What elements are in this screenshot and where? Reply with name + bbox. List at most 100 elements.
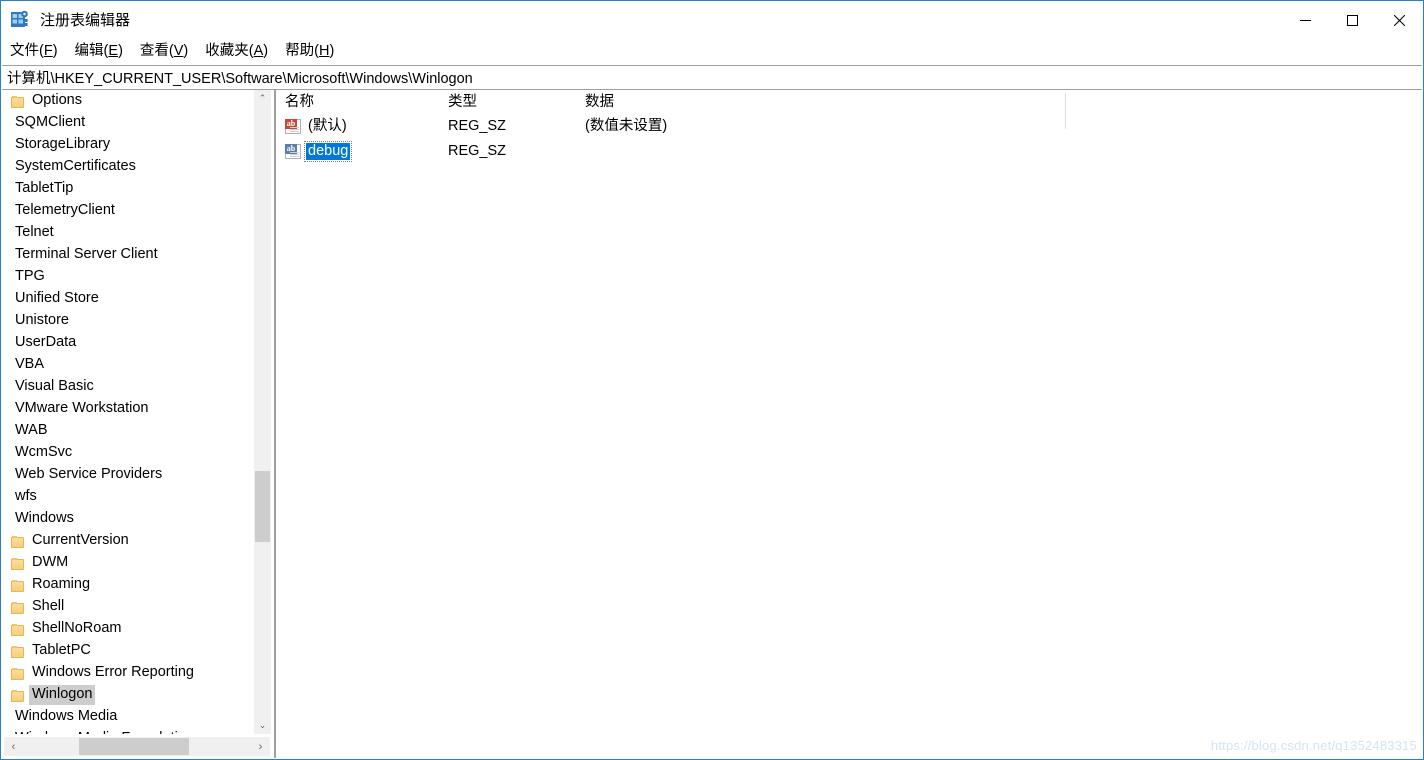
tree-item-label: Windows Media bbox=[15, 708, 118, 725]
column-header-name[interactable]: 名称 bbox=[276, 90, 439, 114]
tree-item-telemetryclient[interactable]: TelemetryClient bbox=[2, 200, 249, 222]
values-column-header: 名称 类型 数据 bbox=[276, 90, 1422, 129]
folder-icon bbox=[11, 557, 25, 570]
tree-item-vmware-workstation[interactable]: VMware Workstation bbox=[2, 398, 249, 420]
tree-item-telnet[interactable]: Telnet bbox=[2, 222, 249, 244]
tree-hscroll-thumb[interactable] bbox=[79, 738, 189, 755]
folder-icon bbox=[2, 293, 8, 306]
menu-favorites-label: 收藏夹( bbox=[205, 43, 254, 60]
tree-item-userdata[interactable]: UserData bbox=[2, 332, 249, 354]
tree-item-label: Visual Basic bbox=[15, 378, 94, 395]
folder-icon bbox=[2, 249, 8, 262]
scroll-up-arrow-icon[interactable]: ⌃ bbox=[254, 90, 271, 107]
tree-item-options[interactable]: Options bbox=[2, 90, 249, 112]
value-name-edit-field[interactable]: debug bbox=[303, 141, 353, 162]
folder-icon bbox=[11, 689, 25, 702]
column-header-type[interactable]: 类型 bbox=[439, 90, 576, 114]
tree-item-vba[interactable]: VBA bbox=[2, 354, 249, 376]
tree-item-label: WcmSvc bbox=[15, 444, 73, 461]
value-row[interactable]: ab (默认) REG_SZ (数值未设置) bbox=[276, 114, 1422, 139]
tree-item-windows[interactable]: Windows bbox=[2, 508, 249, 530]
scroll-left-arrow-icon[interactable]: ‹ bbox=[4, 737, 23, 756]
menu-favorites-accel: A bbox=[253, 43, 264, 60]
tree-item-terminal-server-client[interactable]: Terminal Server Client bbox=[2, 244, 249, 266]
tree-item-windows-error-reporting[interactable]: Windows Error Reporting bbox=[2, 662, 249, 684]
close-button[interactable] bbox=[1376, 1, 1423, 39]
tree-item-label: Unistore bbox=[15, 312, 69, 329]
folder-icon bbox=[11, 623, 25, 636]
tree-item-label: DWM bbox=[32, 554, 69, 571]
value-name-cell[interactable]: ab (默认) bbox=[276, 118, 439, 135]
registry-editor-icon bbox=[9, 9, 31, 31]
menu-view[interactable]: 查看(V) bbox=[140, 44, 188, 59]
folder-icon bbox=[2, 491, 8, 504]
window-controls bbox=[1282, 1, 1423, 39]
tree-item-web-service-providers[interactable]: Web Service Providers bbox=[2, 464, 249, 486]
menu-edit[interactable]: 编辑(E) bbox=[75, 44, 123, 59]
tree-item-winlogon[interactable]: Winlogon bbox=[2, 684, 249, 706]
column-header-data[interactable]: 数据 bbox=[576, 90, 1065, 114]
tree-item-roaming[interactable]: Roaming bbox=[2, 574, 249, 596]
folder-icon bbox=[2, 711, 8, 724]
tree-item-unified-store[interactable]: Unified Store bbox=[2, 288, 249, 310]
menu-favorites[interactable]: 收藏夹(A) bbox=[205, 44, 268, 59]
tree-horizontal-scrollbar[interactable]: ‹ › bbox=[4, 737, 270, 756]
folder-icon bbox=[11, 601, 25, 614]
registry-tree-viewport: Options SQMClient StorageLibrary SystemCert… bbox=[2, 90, 249, 734]
registry-tree-list: Options SQMClient StorageLibrary SystemCert… bbox=[2, 90, 249, 734]
folder-icon bbox=[2, 337, 8, 350]
tree-item-tabletpc[interactable]: TabletPC bbox=[2, 640, 249, 662]
folder-icon bbox=[11, 667, 25, 680]
tree-item-unistore[interactable]: Unistore bbox=[2, 310, 249, 332]
tree-item-label: SQMClient bbox=[15, 114, 86, 131]
value-row[interactable]: ab debug REG_SZ bbox=[276, 139, 1422, 164]
value-name-cell[interactable]: ab debug bbox=[276, 141, 439, 162]
string-value-icon-blue: ab bbox=[285, 144, 301, 159]
menu-file[interactable]: 文件(F) bbox=[10, 44, 58, 59]
values-list: ab (默认) REG_SZ (数值未设置) ab debug REG_SZ bbox=[276, 114, 1422, 164]
registry-editor-window: 注册表编辑器 文件(F) 编辑(E) 查看(V) 收藏夹(A) 帮助(H) 计算… bbox=[0, 0, 1424, 760]
tree-item-storagelibrary[interactable]: StorageLibrary bbox=[2, 134, 249, 156]
tree-item-tpg[interactable]: TPG bbox=[2, 266, 249, 288]
tree-item-wfs[interactable]: wfs bbox=[2, 486, 249, 508]
tree-item-label: wfs bbox=[15, 488, 37, 505]
menu-help-label: 帮助( bbox=[285, 43, 319, 60]
string-value-icon-red: ab bbox=[285, 119, 301, 134]
tree-item-windows-media[interactable]: Windows Media bbox=[2, 706, 249, 728]
scroll-right-arrow-icon[interactable]: › bbox=[251, 737, 270, 756]
folder-icon bbox=[2, 117, 8, 130]
tree-item-visual-basic[interactable]: Visual Basic bbox=[2, 376, 249, 398]
minimize-button[interactable] bbox=[1282, 1, 1329, 39]
address-bar[interactable]: 计算机\HKEY_CURRENT_USER\Software\Microsoft… bbox=[2, 65, 1422, 90]
menu-edit-accel: E bbox=[108, 43, 119, 60]
tree-vscroll-thumb[interactable] bbox=[255, 471, 270, 542]
maximize-button[interactable] bbox=[1329, 1, 1376, 39]
tree-item-label: Windows Media Foundation bbox=[12, 729, 197, 734]
tree-item-label: Options bbox=[32, 92, 82, 109]
folder-icon bbox=[11, 535, 25, 548]
content-panes: Options SQMClient StorageLibrary SystemCert… bbox=[2, 90, 1422, 758]
tree-item-shellnoroam[interactable]: ShellNoRoam bbox=[2, 618, 249, 640]
tree-item-shell[interactable]: Shell bbox=[2, 596, 249, 618]
folder-icon bbox=[11, 95, 25, 108]
tree-item-label: VMware Workstation bbox=[15, 400, 149, 417]
tree-item-currentversion[interactable]: CurrentVersion bbox=[2, 530, 249, 552]
folder-icon bbox=[11, 645, 25, 658]
menu-help[interactable]: 帮助(H) bbox=[285, 44, 334, 59]
menu-view-label: 查看( bbox=[139, 43, 174, 60]
tree-item-label: Terminal Server Client bbox=[15, 246, 158, 263]
scroll-down-arrow-icon[interactable]: ⌄ bbox=[254, 717, 271, 734]
tree-item-tablettip[interactable]: TabletTip bbox=[2, 178, 249, 200]
tree-item-dwm[interactable]: DWM bbox=[2, 552, 249, 574]
tree-item-label: WAB bbox=[15, 422, 48, 439]
folder-icon bbox=[2, 469, 8, 482]
tree-vertical-scrollbar[interactable]: ⌃ ⌄ bbox=[254, 90, 271, 734]
column-divider[interactable] bbox=[1065, 93, 1066, 129]
tree-item-sqmclient[interactable]: SQMClient bbox=[2, 112, 249, 134]
tree-item-wab[interactable]: WAB bbox=[2, 420, 249, 442]
tree-item-systemcertificates[interactable]: SystemCertificates bbox=[2, 156, 249, 178]
value-type-cell: REG_SZ bbox=[448, 143, 507, 160]
tree-item-windows-media-foundation[interactable]: Windows Media Foundation bbox=[2, 728, 249, 734]
tree-item-wcmsvc[interactable]: WcmSvc bbox=[2, 442, 249, 464]
tree-item-label: UserData bbox=[15, 334, 77, 351]
